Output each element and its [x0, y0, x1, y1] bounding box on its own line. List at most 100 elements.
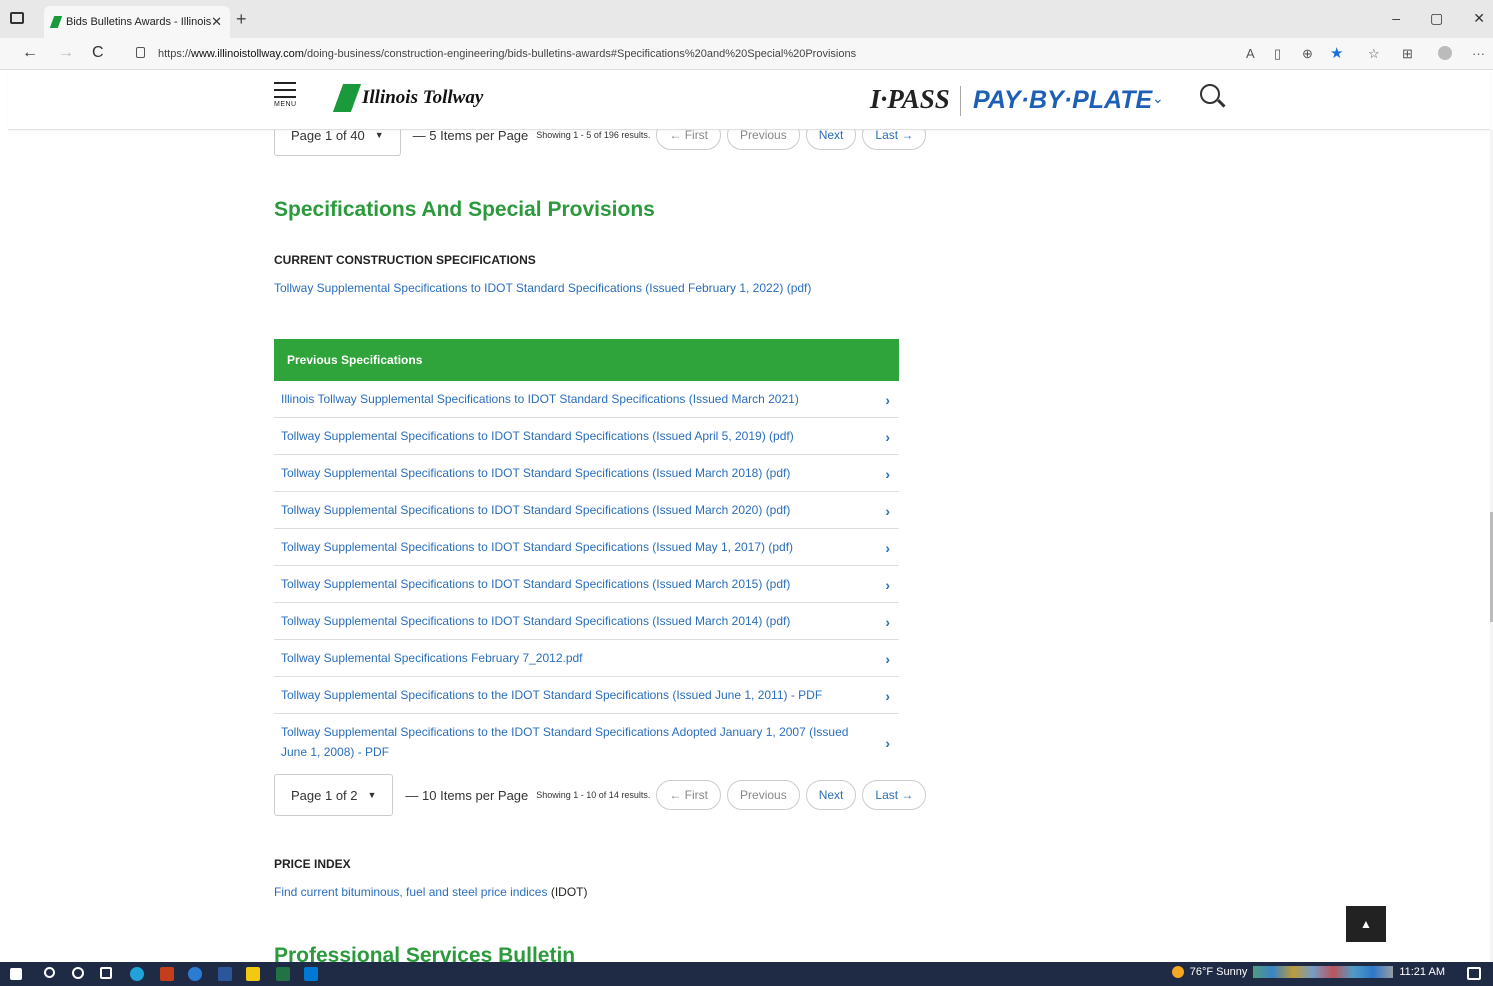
- zoom-icon[interactable]: ⊕: [1302, 46, 1313, 62]
- edge-app-icon[interactable]: [130, 967, 144, 981]
- list-item[interactable]: Tollway Supplemental Specifications to I…: [274, 492, 899, 529]
- section-heading: Specifications And Special Provisions: [274, 198, 655, 221]
- chevron-right-icon: ›: [885, 466, 890, 482]
- bottom-pager: Page 1 of 2 ▼ — 10 Items per Page Showin…: [274, 774, 927, 816]
- list-item[interactable]: Tollway Supplemental Specifications to I…: [274, 418, 899, 455]
- url-host: www.illinoistollway.com: [191, 48, 304, 60]
- address-bar-row: ← → C https://www.illinoistollway.com/do…: [0, 38, 1493, 70]
- items-per-page: — 10 Items per Page: [405, 787, 529, 803]
- caret-down-icon: ▼: [374, 130, 384, 140]
- spec-link[interactable]: Tollway Supplemental Specifications to t…: [281, 685, 822, 705]
- browser-tab[interactable]: Bids Bulletins Awards - Illinois To ✕: [44, 6, 230, 38]
- results-count: Showing 1 - 5 of 196 results.: [536, 130, 651, 140]
- pay-by-plate-link[interactable]: PAY·BY·PLATE: [973, 86, 1152, 115]
- list-item[interactable]: Illinois Tollway Supplemental Specificat…: [274, 381, 899, 418]
- sunny-weather-icon: [1171, 966, 1184, 978]
- previous-page-button[interactable]: Previous: [727, 780, 800, 810]
- spec-link[interactable]: Tollway Supplemental Specifications to I…: [281, 611, 790, 631]
- notification-icon[interactable]: [1467, 967, 1481, 980]
- ie-app-icon[interactable]: [188, 967, 202, 981]
- back-to-top-button[interactable]: ▲: [1346, 906, 1386, 942]
- first-page-button[interactable]: ← First: [656, 780, 722, 810]
- chevron-right-icon: ›: [885, 614, 890, 630]
- current-specs-link[interactable]: Tollway Supplemental Specifications to I…: [274, 281, 811, 295]
- refresh-button[interactable]: C: [92, 44, 104, 62]
- system-tray: 76°F Sunny 11:21 AM: [1171, 966, 1445, 978]
- back-button[interactable]: ←: [22, 44, 38, 62]
- immersive-reader-icon[interactable]: ▯: [1274, 46, 1281, 62]
- maximize-button[interactable]: ▢: [1430, 10, 1443, 27]
- chevron-right-icon: ›: [885, 651, 890, 667]
- list-item[interactable]: Tollway Supplemental Specifications to I…: [274, 566, 899, 603]
- collections-icon[interactable]: ⊞: [1402, 46, 1413, 62]
- favorite-star-icon[interactable]: ★: [1330, 44, 1343, 62]
- ipass-link[interactable]: I·PASS: [870, 84, 950, 115]
- caret-down-icon: ▼: [367, 790, 377, 800]
- word-app-icon[interactable]: [218, 967, 232, 981]
- price-index-line: Find current bituminous, fuel and steel …: [274, 885, 587, 899]
- hamburger-icon-bar: [274, 96, 296, 98]
- file-explorer-icon[interactable]: [246, 967, 260, 981]
- windows-start-icon[interactable]: [10, 968, 22, 980]
- list-item[interactable]: Tollway Supplemental Specifications to t…: [274, 714, 899, 770]
- tab-title: Bids Bulletins Awards - Illinois To: [66, 16, 212, 28]
- list-item[interactable]: Tollway Supplemental Specifications to I…: [274, 529, 899, 566]
- next-page-button[interactable]: Next: [805, 780, 857, 810]
- current-specs-label: CURRENT CONSTRUCTION SPECIFICATIONS: [274, 253, 536, 267]
- list-item[interactable]: Tollway Supplemental Specifications to I…: [274, 455, 899, 492]
- menu-button[interactable]: MENU: [274, 82, 298, 108]
- results-count: Showing 1 - 10 of 14 results.: [536, 790, 651, 800]
- read-aloud-icon[interactable]: A: [1246, 46, 1255, 61]
- profile-avatar[interactable]: [1438, 46, 1452, 60]
- list-item[interactable]: Tollway Supplemental Specifications to I…: [274, 603, 899, 640]
- chevron-right-icon: ›: [885, 503, 890, 519]
- illinois-tollway-logo[interactable]: Illinois Tollway: [332, 84, 484, 112]
- spec-link[interactable]: Tollway Supplemental Specifications to I…: [281, 500, 790, 520]
- spec-link[interactable]: Tollway Suplemental Specifications Febru…: [281, 648, 583, 668]
- spec-link[interactable]: Tollway Supplemental Specifications to t…: [281, 722, 869, 762]
- chevron-down-icon[interactable]: ⌄: [1152, 90, 1164, 107]
- search-icon[interactable]: [44, 967, 55, 978]
- tab-close-icon[interactable]: ✕: [211, 14, 222, 30]
- list-item[interactable]: Tollway Suplemental Specifications Febru…: [274, 640, 899, 677]
- header-divider: [960, 86, 961, 116]
- minimize-button[interactable]: –: [1392, 10, 1400, 27]
- spec-link[interactable]: Tollway Supplemental Specifications to I…: [281, 426, 794, 446]
- windows-taskbar: 76°F Sunny 11:21 AM: [0, 962, 1493, 986]
- hamburger-icon: [274, 82, 296, 84]
- tollway-logo-mark: [332, 84, 362, 112]
- powerpoint-app-icon[interactable]: [160, 967, 174, 981]
- clock[interactable]: 11:21 AM: [1399, 966, 1445, 978]
- excel-app-icon[interactable]: [276, 967, 290, 981]
- spec-link[interactable]: Tollway Supplemental Specifications to I…: [281, 463, 790, 483]
- price-index-label: PRICE INDEX: [274, 857, 351, 871]
- new-tab-button[interactable]: +: [236, 9, 247, 30]
- forward-button[interactable]: →: [58, 44, 74, 62]
- search-icon[interactable]: [1200, 84, 1220, 104]
- close-window-button[interactable]: ✕: [1473, 10, 1485, 27]
- favorites-icon[interactable]: ☆: [1368, 46, 1380, 62]
- task-view-icon[interactable]: [100, 967, 112, 979]
- browser-tab-bar: Bids Bulletins Awards - Illinois To ✕ + …: [0, 0, 1493, 38]
- cortana-icon[interactable]: [72, 967, 84, 979]
- list-item[interactable]: Tollway Supplemental Specifications to t…: [274, 677, 899, 714]
- spec-link[interactable]: Tollway Supplemental Specifications to I…: [281, 574, 790, 594]
- page-select[interactable]: Page 1 of 2 ▼: [274, 774, 394, 816]
- spec-link[interactable]: Illinois Tollway Supplemental Specificat…: [281, 389, 799, 409]
- logo-text: Illinois Tollway: [362, 87, 484, 108]
- hamburger-icon-bar: [274, 89, 296, 91]
- outlook-app-icon[interactable]: [304, 967, 318, 981]
- spec-link[interactable]: Tollway Supplemental Specifications to I…: [281, 537, 793, 557]
- more-menu-button[interactable]: ···: [1472, 46, 1485, 61]
- site-header: MENU Illinois Tollway I·PASS PAY·BY·PLAT…: [8, 70, 1490, 130]
- last-page-button[interactable]: Last →: [862, 780, 927, 810]
- url-field[interactable]: https://www.illinoistollway.com/doing-bu…: [120, 42, 1220, 66]
- previous-specifications-header: Previous Specifications: [274, 339, 899, 381]
- chevron-right-icon: ›: [885, 540, 890, 556]
- tray-icons[interactable]: [1253, 966, 1394, 978]
- tab-actions-icon[interactable]: [10, 12, 24, 24]
- weather-text[interactable]: 76°F Sunny: [1190, 966, 1248, 978]
- chevron-right-icon: ›: [885, 392, 890, 408]
- chevron-right-icon: ›: [885, 688, 890, 704]
- price-index-link[interactable]: Find current bituminous, fuel and steel …: [274, 885, 547, 899]
